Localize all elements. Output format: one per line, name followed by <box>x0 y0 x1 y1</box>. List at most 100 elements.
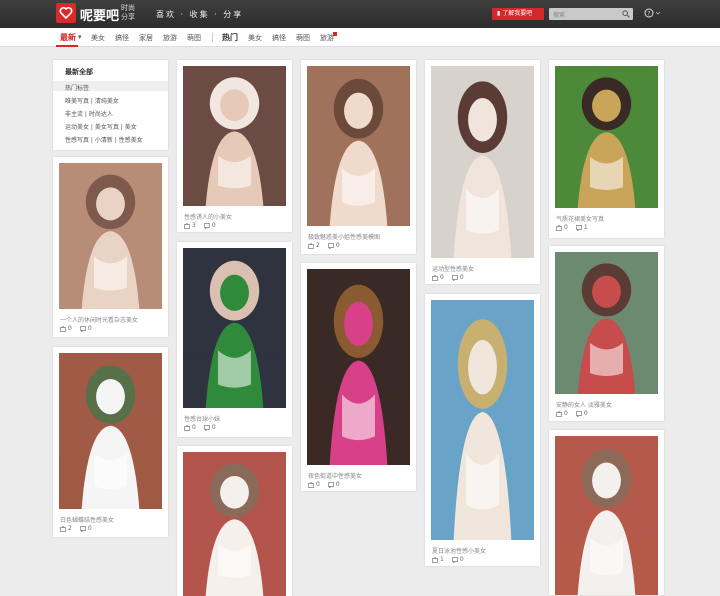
search-input[interactable]: 搜索 <box>549 8 633 20</box>
nav-item-hot-cute[interactable]: 萌图 <box>296 33 310 43</box>
like-stat[interactable]: 0 <box>60 325 72 332</box>
photo-caption[interactable]: 夜色街道中性感美女 <box>308 471 362 480</box>
photo-card[interactable]: 气质花裙美女写真 0 1 <box>549 60 664 238</box>
category-link[interactable]: 小清新 <box>95 137 113 144</box>
comment-count: 0 <box>335 481 340 488</box>
like-icon <box>308 481 314 488</box>
photo-image[interactable] <box>307 66 410 226</box>
photo-card[interactable]: 性感台球小妹 0 0 <box>177 242 292 437</box>
comment-icon <box>203 222 210 229</box>
photo-stats: 0 0 <box>556 410 588 417</box>
photo-caption[interactable]: 白色蝴蝶结性感美女 <box>60 515 114 524</box>
photo-card[interactable]: 性感诱人的小美女 3 0 <box>177 60 292 232</box>
photo-image[interactable] <box>555 66 658 208</box>
category-link[interactable]: 非主流 <box>65 111 83 118</box>
like-stat[interactable]: 2 <box>308 242 320 249</box>
logo-text[interactable]: 呢要吧 <box>80 5 119 24</box>
slogan: 喜欢 · 收集 · 分享 <box>156 10 244 19</box>
photo-card[interactable]: 白色蝴蝶结性感美女 2 0 <box>53 347 168 537</box>
like-count: 1 <box>440 556 444 563</box>
like-stat[interactable]: 0 <box>184 424 196 431</box>
photo-image[interactable] <box>59 163 162 309</box>
like-count: 0 <box>440 274 444 281</box>
like-stat[interactable]: 0 <box>556 224 568 231</box>
photo-card[interactable]: 一个人的休闲时光看杂志美女 0 0 <box>53 157 168 337</box>
comment-stat[interactable]: 0 <box>203 222 216 229</box>
search-icon[interactable] <box>622 10 630 20</box>
nav-item-travel[interactable]: 旅游 <box>163 33 177 43</box>
nav-item-latest[interactable]: 最新 <box>60 32 76 43</box>
like-stat[interactable]: 1 <box>432 556 444 563</box>
comment-stat[interactable]: 0 <box>79 325 92 332</box>
top-bar: 呢要吧 时尚 分享 喜欢 · 收集 · 分享 ▮ 了解我要吧 搜索 ? <box>0 0 720 28</box>
logo-icon[interactable] <box>56 3 76 23</box>
help-icon[interactable]: ? <box>644 8 662 20</box>
photo-image[interactable] <box>431 300 534 540</box>
comment-stat[interactable]: 0 <box>451 556 464 563</box>
photo-caption[interactable]: 运动型性感美女 <box>432 264 474 273</box>
photo-card[interactable]: 运动型性感美女 0 0 <box>425 60 540 284</box>
like-stat[interactable]: 0 <box>556 410 568 417</box>
photo-image[interactable] <box>555 436 658 595</box>
category-link[interactable]: 时尚达人 <box>89 111 113 118</box>
like-icon <box>308 242 314 249</box>
photo-image[interactable] <box>307 269 410 465</box>
category-link[interactable]: 清纯美女 <box>95 98 119 105</box>
like-icon <box>184 424 190 431</box>
category-row: 唯美写真 | 清纯美女 <box>65 98 119 105</box>
nav-item-hot-funny[interactable]: 搞怪 <box>272 33 286 43</box>
like-icon <box>184 222 190 229</box>
photo-caption[interactable]: 性感诱人的小美女 <box>184 212 232 221</box>
photo-image[interactable] <box>183 66 286 206</box>
photo-caption[interactable]: 极致魅惑美小姐性感美模图 <box>308 232 380 241</box>
like-icon <box>432 556 438 563</box>
photo-card[interactable] <box>177 446 292 596</box>
photo-caption[interactable]: 夏日泳池性感小美女 <box>432 546 486 555</box>
nav-item-home[interactable]: 家居 <box>139 33 153 43</box>
nav-item-funny[interactable]: 搞怪 <box>115 33 129 43</box>
category-link[interactable]: 性感美女 <box>119 137 143 144</box>
hot-tags-row[interactable]: 热门标签 <box>53 81 168 92</box>
comment-stat[interactable]: 0 <box>451 274 464 281</box>
comment-icon <box>79 325 86 332</box>
photo-stats: 0 0 <box>60 325 92 332</box>
nav-item-hot[interactable]: 热门 <box>222 32 238 43</box>
comment-count: 0 <box>459 274 464 281</box>
comment-stat[interactable]: 0 <box>327 481 340 488</box>
category-link[interactable]: 性感写真 <box>65 137 89 144</box>
photo-image[interactable] <box>183 248 286 408</box>
category-link[interactable]: 美女 <box>125 124 137 131</box>
like-stat[interactable]: 2 <box>60 525 72 532</box>
photo-image[interactable] <box>183 452 286 596</box>
comment-stat[interactable]: 0 <box>575 410 588 417</box>
bookmark-icon: ▮ <box>497 10 501 17</box>
category-link[interactable]: 唯美写真 <box>65 98 89 105</box>
comment-stat[interactable]: 0 <box>79 525 92 532</box>
nav-item-hot-travel[interactable]: 旅游 <box>320 33 334 43</box>
like-stat[interactable]: 0 <box>308 481 320 488</box>
nav-item-hot-beauty[interactable]: 美女 <box>248 33 262 43</box>
category-link[interactable]: 美女写真 <box>95 124 119 131</box>
comment-stat[interactable]: 0 <box>327 242 340 249</box>
photo-image[interactable] <box>59 353 162 509</box>
photo-card[interactable]: 夜色街道中性感美女 0 0 <box>301 263 416 491</box>
photo-caption[interactable]: 一个人的休闲时光看杂志美女 <box>60 315 138 324</box>
comment-stat[interactable]: 1 <box>575 224 588 231</box>
nav-item-cute[interactable]: 萌图 <box>187 33 201 43</box>
photo-card[interactable]: 极致魅惑美小姐性感美模图 2 0 <box>301 60 416 254</box>
photo-caption[interactable]: 气质花裙美女写真 <box>556 214 604 223</box>
like-stat[interactable]: 3 <box>184 222 196 229</box>
like-stat[interactable]: 0 <box>432 274 444 281</box>
photo-image[interactable] <box>431 66 534 258</box>
photo-card[interactable] <box>549 430 664 595</box>
photo-caption[interactable]: 性感台球小妹 <box>184 414 220 423</box>
photo-card[interactable]: 安静的女人 淡雅美女 0 0 <box>549 246 664 421</box>
photo-caption[interactable]: 安静的女人 淡雅美女 <box>556 400 612 409</box>
comment-stat[interactable]: 0 <box>203 424 216 431</box>
svg-text:?: ? <box>647 11 650 18</box>
photo-image[interactable] <box>555 252 658 394</box>
category-link[interactable]: 运动美女 <box>65 124 89 131</box>
nav-item-beauty[interactable]: 美女 <box>91 33 105 43</box>
photo-card[interactable]: 夏日泳池性感小美女 1 0 <box>425 294 540 566</box>
learn-more-button[interactable]: ▮ 了解我要吧 <box>492 8 544 20</box>
